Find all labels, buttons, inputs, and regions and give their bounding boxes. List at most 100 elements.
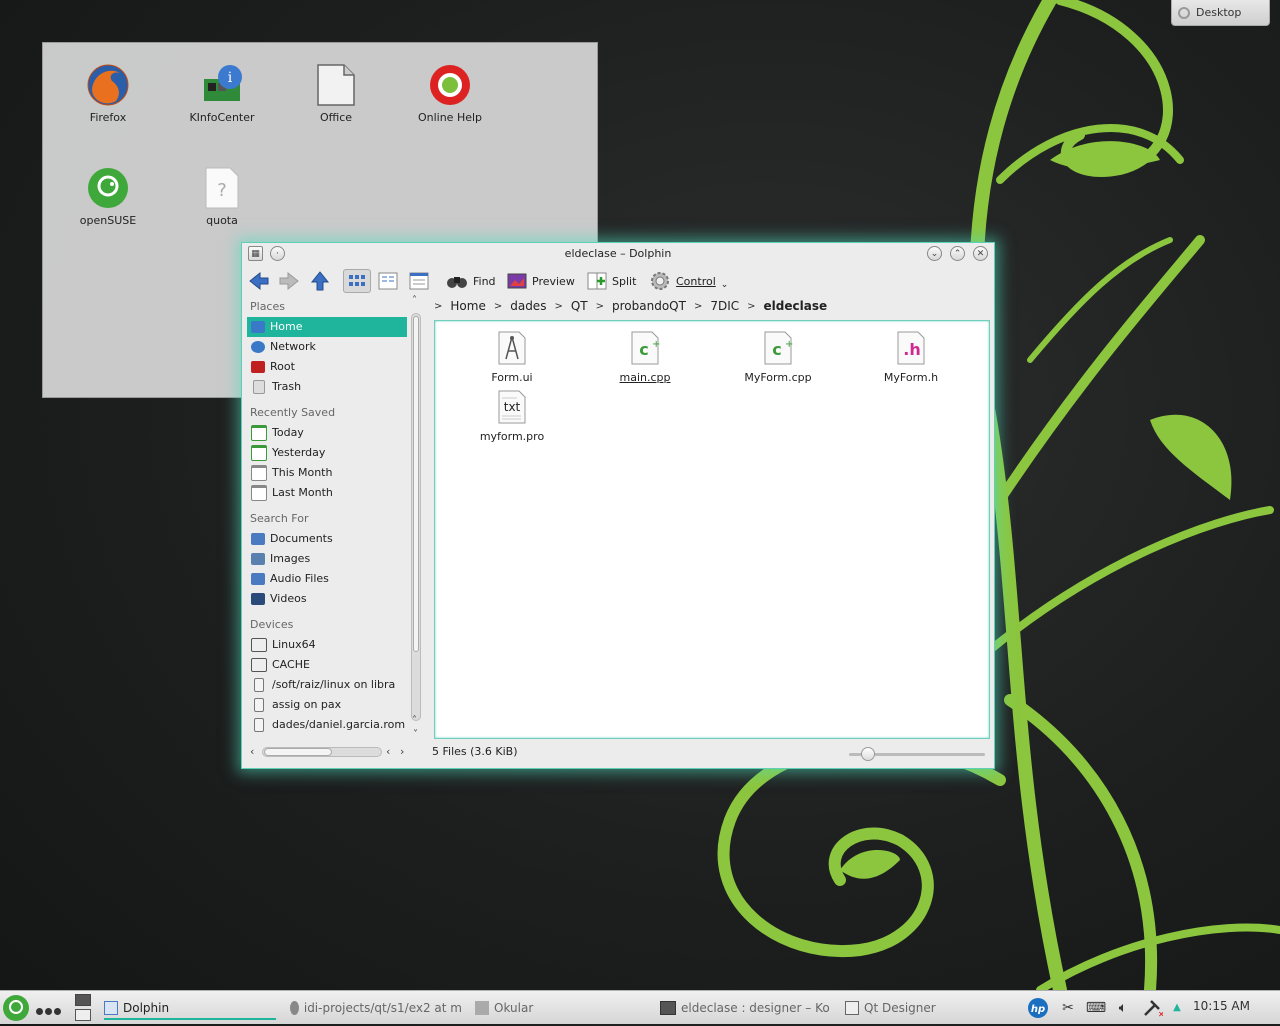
kinfocenter-icon: i — [200, 63, 244, 107]
desktop-icon-office[interactable]: Office — [291, 63, 381, 124]
application-launcher[interactable] — [2, 994, 30, 1022]
sidebar-item-trash[interactable]: Trash — [247, 377, 407, 397]
sidebar-item-videos[interactable]: Videos — [247, 589, 407, 609]
breadcrumb-item[interactable]: QT — [571, 299, 588, 313]
activities-icon[interactable] — [36, 1005, 61, 1018]
breadcrumb-current[interactable]: eldeclase — [764, 299, 828, 313]
sidebar-item-cache[interactable]: CACHE — [247, 655, 407, 675]
forward-button[interactable] — [278, 269, 300, 293]
pager[interactable] — [75, 994, 91, 1022]
preview-button[interactable]: Preview — [507, 269, 575, 293]
calendar-icon — [251, 485, 267, 501]
maximize-button[interactable]: ⌃ — [950, 246, 965, 261]
close-button[interactable]: ✕ — [973, 246, 988, 261]
desktop-1[interactable] — [75, 994, 91, 1006]
sidebar-vertical-scrollbar[interactable] — [411, 313, 421, 721]
breadcrumb-chevron-icon[interactable]: > — [554, 301, 562, 312]
hp-printer-icon[interactable]: hp — [1027, 997, 1049, 1019]
sidebar-item-label: Root — [270, 360, 295, 373]
file-item[interactable]: .h MyForm.h — [856, 331, 966, 384]
breadcrumb-chevron-icon[interactable]: > — [596, 301, 604, 312]
scroll-up-icon[interactable]: ˄ — [412, 295, 417, 306]
breadcrumb-item[interactable]: 7DIC — [710, 299, 739, 313]
file-view[interactable]: Form.ui c + main.cpp c + MyForm.cpp .h MyF… — [434, 320, 990, 739]
hard-disk-icon — [251, 638, 267, 652]
preview-icon — [507, 273, 527, 289]
clock[interactable]: 10:15 AM — [1193, 999, 1250, 1013]
sidebar-item-assig[interactable]: assig on pax — [247, 695, 407, 715]
task-qt-designer[interactable]: Qt Designer — [845, 998, 1017, 1018]
root-folder-icon — [251, 361, 265, 373]
breadcrumb-chevron-icon[interactable]: > — [494, 301, 502, 312]
desktop-icon-kinfocenter[interactable]: i KInfoCenter — [177, 63, 267, 124]
details-view-button[interactable] — [405, 269, 433, 293]
sidebar-item-dades[interactable]: dades/daniel.garcia.rom — [247, 715, 407, 735]
find-button[interactable]: Find — [446, 269, 496, 293]
scroll-left-icon[interactable]: ‹ — [386, 745, 390, 758]
sidebar-item-linux64[interactable]: Linux64 — [247, 635, 407, 655]
network-disconnected-icon[interactable]: ✕ — [1141, 997, 1165, 1019]
file-item[interactable]: Form.ui — [457, 331, 567, 384]
expand-tray-icon[interactable]: ▲ — [1166, 997, 1188, 1019]
sidebar-item-yesterday[interactable]: Yesterday — [247, 443, 407, 463]
sidebar-item-documents[interactable]: Documents — [247, 529, 407, 549]
sidebar-item-images[interactable]: Images — [247, 549, 407, 569]
sidebar-item-root[interactable]: Root — [247, 357, 407, 377]
scroll-right-icon[interactable]: › — [400, 745, 404, 758]
breadcrumb-item[interactable]: probandoQT — [612, 299, 686, 313]
file-item[interactable]: c + main.cpp — [590, 331, 700, 384]
scrollbar-thumb[interactable] — [413, 316, 419, 652]
binoculars-icon — [447, 277, 467, 288]
sidebar-item-this-month[interactable]: This Month — [247, 463, 407, 483]
breadcrumb-chevron-icon[interactable]: > — [434, 301, 442, 312]
desktop-2[interactable] — [75, 1009, 91, 1021]
file-item[interactable]: txt myform.pro — [457, 390, 567, 443]
desktop-icon-firefox[interactable]: Firefox — [63, 63, 153, 124]
breadcrumb-item[interactable]: Home — [450, 299, 485, 313]
minimize-button[interactable]: ⌄ — [927, 246, 942, 261]
compact-view-button[interactable] — [374, 269, 402, 293]
sidebar-item-today[interactable]: Today — [247, 423, 407, 443]
desktop-icon-online-help[interactable]: Online Help — [405, 63, 495, 124]
scrollbar-track[interactable] — [262, 747, 382, 757]
scroll-down-icon[interactable]: ˅ — [413, 729, 418, 740]
sidebar-item-network[interactable]: Network — [247, 337, 407, 357]
sidebar-item-home[interactable]: Home — [247, 317, 407, 337]
up-button[interactable] — [309, 269, 331, 293]
zoom-slider[interactable] — [849, 747, 985, 761]
task-dolphin[interactable]: Dolphin — [104, 998, 276, 1020]
ui-file-icon — [498, 331, 526, 365]
scrollbar-thumb[interactable] — [264, 748, 332, 756]
back-button[interactable] — [248, 269, 270, 293]
task-konsole[interactable]: eldeclase : designer – Ko — [660, 998, 832, 1018]
task-okular[interactable]: Okular — [475, 998, 647, 1018]
sidebar-item-soft-raiz[interactable]: /soft/raiz/linux on libra — [247, 675, 407, 695]
sidebar-item-label: Trash — [272, 380, 302, 393]
file-name: Form.ui — [491, 371, 533, 384]
zoom-slider-handle[interactable] — [861, 747, 875, 761]
scroll-up-icon[interactable]: ˄ — [412, 715, 417, 726]
scroll-left-icon[interactable]: ‹ — [250, 745, 254, 758]
desktop-icon-quota[interactable]: ? quota — [177, 166, 267, 227]
split-button[interactable]: Split — [587, 269, 636, 293]
breadcrumb-chevron-icon[interactable]: > — [694, 301, 702, 312]
desktop-icon-opensuse[interactable]: openSUSE — [63, 166, 153, 227]
klipper-scissors-icon[interactable]: ✂ — [1057, 997, 1079, 1019]
task-browser[interactable]: idi-projects/qt/s1/ex2 at m — [290, 998, 462, 1018]
details-view-icon — [409, 272, 429, 290]
sidebar-item-last-month[interactable]: Last Month — [247, 483, 407, 503]
control-button[interactable]: Control ⌄ — [649, 269, 728, 293]
icons-view-button[interactable] — [343, 269, 371, 293]
title-bar[interactable]: ▦ · eldeclase – Dolphin ⌄ ⌃ ✕ — [242, 243, 994, 265]
sidebar-item-audio-files[interactable]: Audio Files — [247, 569, 407, 589]
breadcrumb-chevron-icon[interactable]: > — [747, 301, 755, 312]
breadcrumb-item[interactable]: dades — [510, 299, 546, 313]
desktop-toolbox[interactable]: Desktop — [1171, 0, 1270, 26]
file-item[interactable]: c + MyForm.cpp — [723, 331, 833, 384]
keyboard-icon[interactable]: ⌨ — [1085, 997, 1107, 1019]
sidebar-item-label: Documents — [270, 532, 333, 545]
volume-icon[interactable]: 🔈︎ — [1112, 997, 1134, 1019]
sidebar-horizontal-scrollbar[interactable]: ‹ ‹ › — [250, 745, 410, 759]
trash-icon — [253, 380, 265, 394]
task-label: eldeclase : designer – Ko — [681, 1001, 830, 1015]
